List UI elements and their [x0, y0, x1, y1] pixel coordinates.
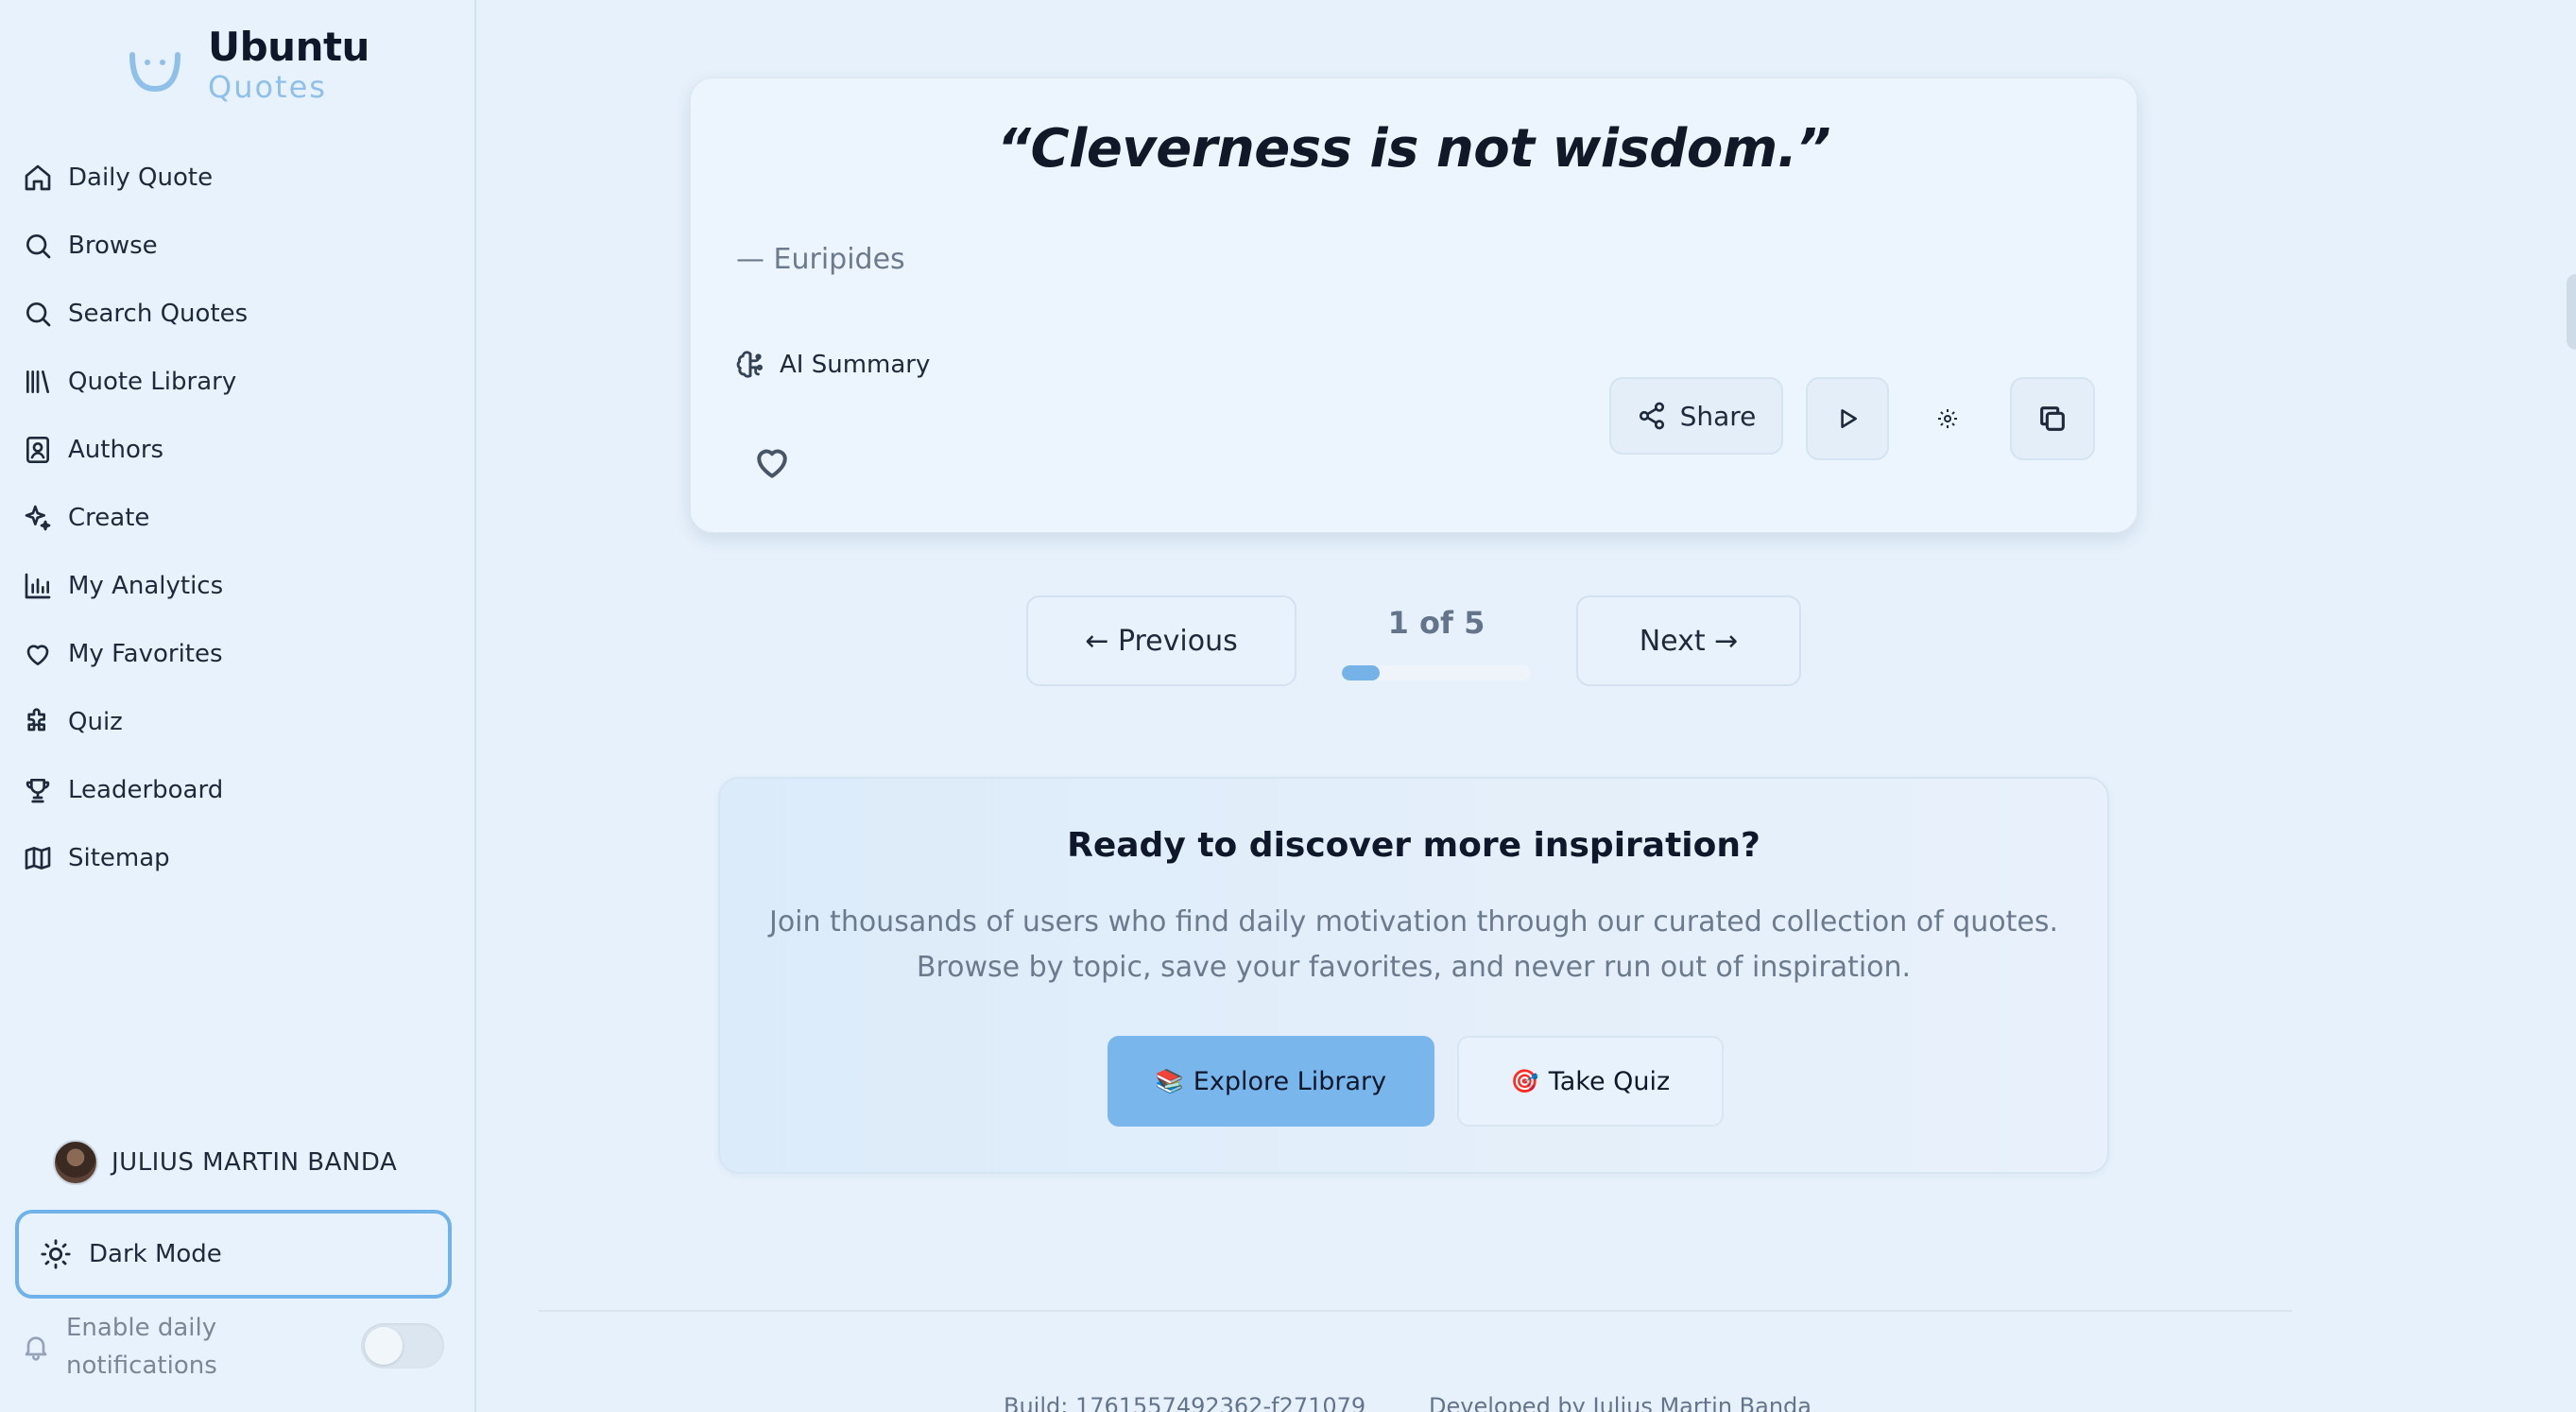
take-quiz-button[interactable]: 🎯 Take Quiz	[1457, 1036, 1724, 1127]
sidebar-item-leaderboard[interactable]: Leaderboard	[21, 756, 455, 824]
books-icon: 📚	[1155, 1068, 1184, 1094]
dark-mode-label: Dark Mode	[89, 1240, 222, 1268]
user-name: JULIUS MARTIN BANDA	[112, 1148, 398, 1177]
sidebar-item-search-quotes[interactable]: Search Quotes	[21, 280, 455, 348]
side-drawer-handle[interactable]	[2567, 274, 2576, 350]
page-counter: 1 of 5	[1387, 605, 1485, 641]
developer-credit: Developed by Julius Martin Banda	[1429, 1393, 1812, 1412]
cta-body: Join thousands of users who find daily m…	[720, 900, 2107, 990]
target-icon: 🎯	[1510, 1068, 1539, 1094]
search-icon	[26, 234, 51, 259]
dark-mode-button[interactable]: Dark Mode	[15, 1210, 452, 1299]
brain-icon	[736, 351, 764, 378]
sidebar-item-label: Create	[68, 504, 150, 532]
toggle-knob	[365, 1327, 403, 1365]
bell-icon	[25, 1336, 47, 1361]
share-button[interactable]: Share	[1609, 377, 1783, 455]
build-info: Build: 1761557492362-f271079	[1004, 1393, 1366, 1412]
sidebar-item-label: My Favorites	[68, 640, 223, 668]
quote-card: “Cleverness is not wisdom.” — Euripides …	[690, 77, 2138, 533]
copy-button[interactable]	[2010, 377, 2095, 460]
favorite-button[interactable]	[751, 441, 793, 483]
copy-icon	[2040, 406, 2065, 431]
sparkles-icon	[25, 505, 51, 531]
quote-text: “Cleverness is not wisdom.”	[996, 118, 1831, 180]
settings-button[interactable]	[1929, 400, 1966, 438]
quote-author[interactable]: — Euripides	[736, 243, 905, 276]
heart-icon	[26, 645, 49, 665]
bar-chart-icon	[25, 573, 51, 599]
sidebar: Ubuntu Quotes Daily Quote Browse Search …	[0, 0, 476, 1412]
share-label: Share	[1679, 400, 1757, 432]
gear-icon	[1938, 409, 1957, 428]
notifications-label: Enable daily notifications	[66, 1314, 217, 1380]
take-quiz-label: Take Quiz	[1548, 1066, 1671, 1096]
app-logo[interactable]: Ubuntu Quotes	[127, 25, 369, 104]
footer-divider	[539, 1310, 2293, 1312]
sidebar-item-label: Quiz	[68, 708, 123, 736]
search-icon	[26, 302, 51, 327]
notifications-toggle[interactable]	[361, 1323, 444, 1369]
previous-button[interactable]: ← Previous	[1026, 595, 1297, 686]
library-icon	[26, 370, 49, 393]
share-icon	[1639, 402, 1664, 430]
progress-fill	[1342, 665, 1380, 680]
user-profile[interactable]: JULIUS MARTIN BANDA	[53, 1140, 397, 1185]
sidebar-item-authors[interactable]: Authors	[21, 416, 455, 484]
notifications-setting: Enable daily notifications	[21, 1306, 455, 1387]
puzzle-icon	[27, 708, 45, 732]
quote-progress-bar	[1342, 665, 1531, 680]
avatar	[53, 1140, 98, 1185]
sidebar-item-create[interactable]: Create	[21, 484, 455, 552]
heart-icon	[757, 449, 787, 478]
sidebar-item-label: Authors	[68, 436, 164, 464]
sidebar-item-label: Sitemap	[68, 844, 170, 872]
sidebar-nav: Daily Quote Browse Search Quotes Quote L…	[21, 144, 455, 892]
sidebar-item-sitemap[interactable]: Sitemap	[21, 824, 455, 892]
sidebar-item-label: Quote Library	[68, 368, 237, 396]
discover-cta-panel: Ready to discover more inspiration? Join…	[718, 777, 2109, 1174]
sidebar-item-label: Daily Quote	[68, 164, 214, 192]
trophy-icon	[26, 779, 50, 803]
map-icon	[25, 847, 51, 870]
sidebar-item-daily-quote[interactable]: Daily Quote	[21, 144, 455, 212]
cta-body-line: Join thousands of users who find daily m…	[768, 905, 2059, 938]
app-subtitle: Quotes	[208, 69, 327, 105]
sidebar-item-my-analytics[interactable]: My Analytics	[21, 552, 455, 620]
app-title: Ubuntu	[208, 24, 369, 70]
ai-summary-label: AI Summary	[780, 351, 931, 379]
sidebar-item-quiz[interactable]: Quiz	[21, 688, 455, 756]
sidebar-item-browse[interactable]: Browse	[21, 212, 455, 280]
play-audio-button[interactable]	[1806, 377, 1889, 460]
cta-body-line: Browse by topic, save your favorites, an…	[916, 951, 1912, 984]
explore-library-button[interactable]: 📚 Explore Library	[1108, 1036, 1434, 1127]
explore-library-label: Explore Library	[1193, 1066, 1387, 1096]
sidebar-item-quote-library[interactable]: Quote Library	[21, 348, 455, 416]
ai-summary-button[interactable]: AI Summary	[734, 349, 930, 381]
cta-title: Ready to discover more inspiration?	[1067, 826, 1760, 865]
sidebar-item-my-favorites[interactable]: My Favorites	[21, 620, 455, 688]
sidebar-item-label: My Analytics	[68, 572, 224, 600]
contact-book-icon	[26, 437, 49, 463]
smile-logo-icon	[129, 52, 180, 93]
next-button[interactable]: Next →	[1576, 595, 1801, 686]
sidebar-item-label: Browse	[68, 232, 158, 260]
sidebar-item-label: Leaderboard	[68, 776, 224, 804]
sidebar-item-label: Search Quotes	[68, 300, 249, 328]
sun-icon	[41, 1239, 71, 1269]
play-icon	[1841, 409, 1857, 428]
home-icon	[25, 164, 51, 191]
